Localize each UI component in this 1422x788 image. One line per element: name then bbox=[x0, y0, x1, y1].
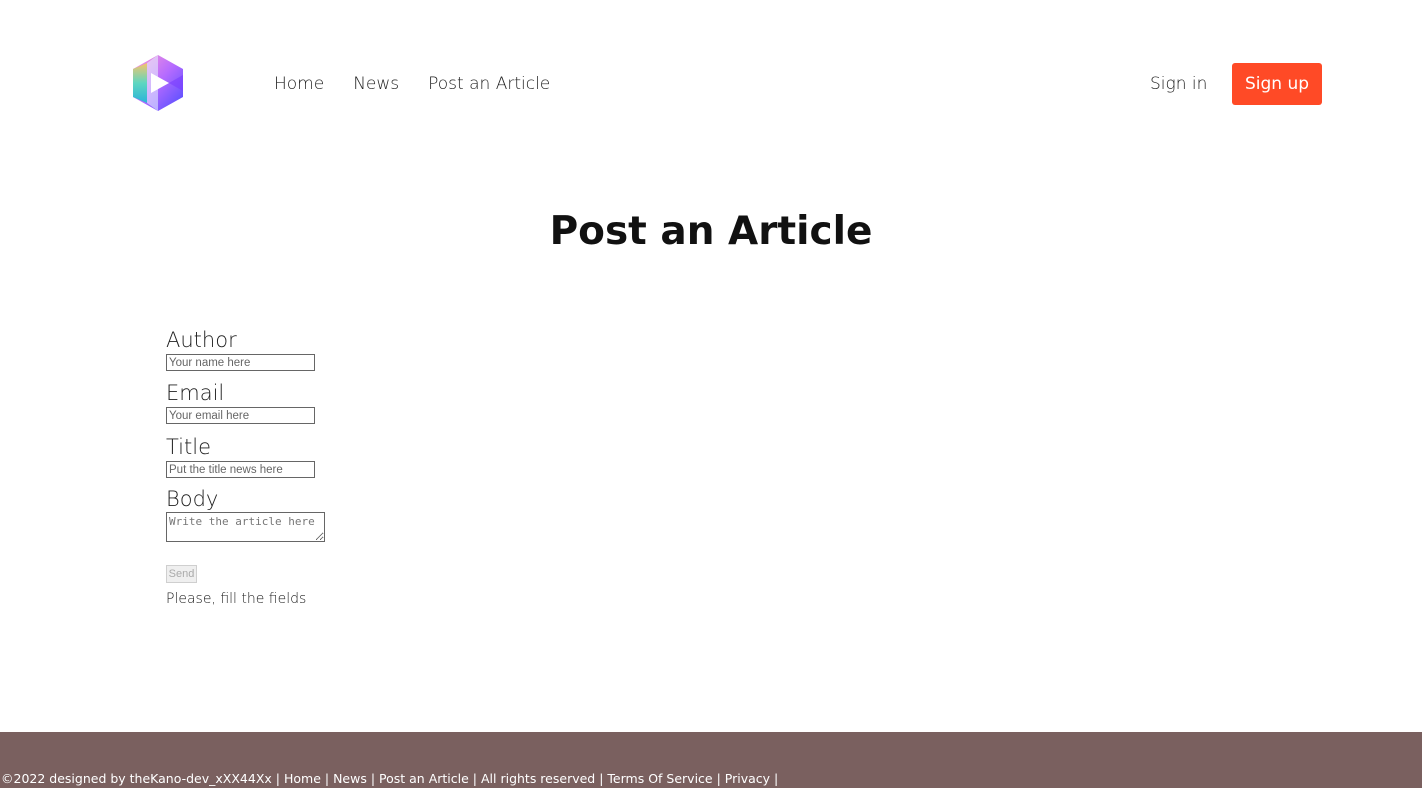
nav-post-article[interactable]: Post an Article bbox=[428, 73, 550, 95]
footer: ©2022 designed by theKano-dev_xXX44Xx | … bbox=[0, 732, 1422, 788]
footer-separator: | bbox=[712, 771, 725, 786]
signup-button[interactable]: Sign up bbox=[1232, 63, 1322, 105]
footer-separator: | bbox=[271, 771, 284, 786]
email-label: Email bbox=[166, 381, 225, 405]
footer-link-privacy[interactable]: Privacy bbox=[725, 771, 770, 786]
footer-separator: | bbox=[770, 771, 779, 786]
author-label: Author bbox=[166, 328, 237, 352]
email-input[interactable] bbox=[166, 407, 315, 424]
send-button[interactable]: Send bbox=[166, 565, 197, 583]
footer-separator: | bbox=[366, 771, 380, 786]
title-label: Title bbox=[166, 435, 212, 459]
body-textarea[interactable] bbox=[166, 512, 325, 542]
play-hexagon-logo-icon bbox=[133, 55, 183, 111]
page-title: Post an Article bbox=[549, 209, 873, 254]
main-nav: Home News Post an Article bbox=[274, 73, 579, 95]
footer-link-home[interactable]: Home bbox=[284, 771, 321, 786]
author-input[interactable] bbox=[166, 354, 315, 371]
body-label: Body bbox=[166, 487, 219, 511]
logo-icon[interactable] bbox=[133, 55, 183, 111]
footer-rights: All rights reserved bbox=[480, 771, 596, 786]
page: Home News Post an Article Sign in Sign u… bbox=[0, 0, 1422, 788]
footer-separator: | bbox=[595, 771, 608, 786]
form-hint: Please, fill the fields bbox=[166, 591, 307, 607]
footer-link-post-article[interactable]: Post an Article bbox=[379, 771, 469, 786]
nav-news[interactable]: News bbox=[353, 73, 399, 95]
footer-separator: | bbox=[320, 771, 334, 786]
nav-home[interactable]: Home bbox=[274, 73, 324, 95]
signin-link[interactable]: Sign in bbox=[1150, 73, 1207, 95]
footer-link-terms[interactable]: Terms Of Service bbox=[607, 771, 712, 786]
footer-link-news[interactable]: News bbox=[333, 771, 367, 786]
title-input[interactable] bbox=[166, 461, 315, 478]
footer-line: ©2022 designed by theKano-dev_xXX44Xx | … bbox=[1, 771, 778, 787]
post-article-form: Author Email Title Body Send Please, fil… bbox=[166, 326, 325, 607]
footer-copyright: ©2022 designed by theKano-dev_xXX44Xx bbox=[1, 771, 272, 786]
footer-separator: | bbox=[468, 771, 481, 786]
